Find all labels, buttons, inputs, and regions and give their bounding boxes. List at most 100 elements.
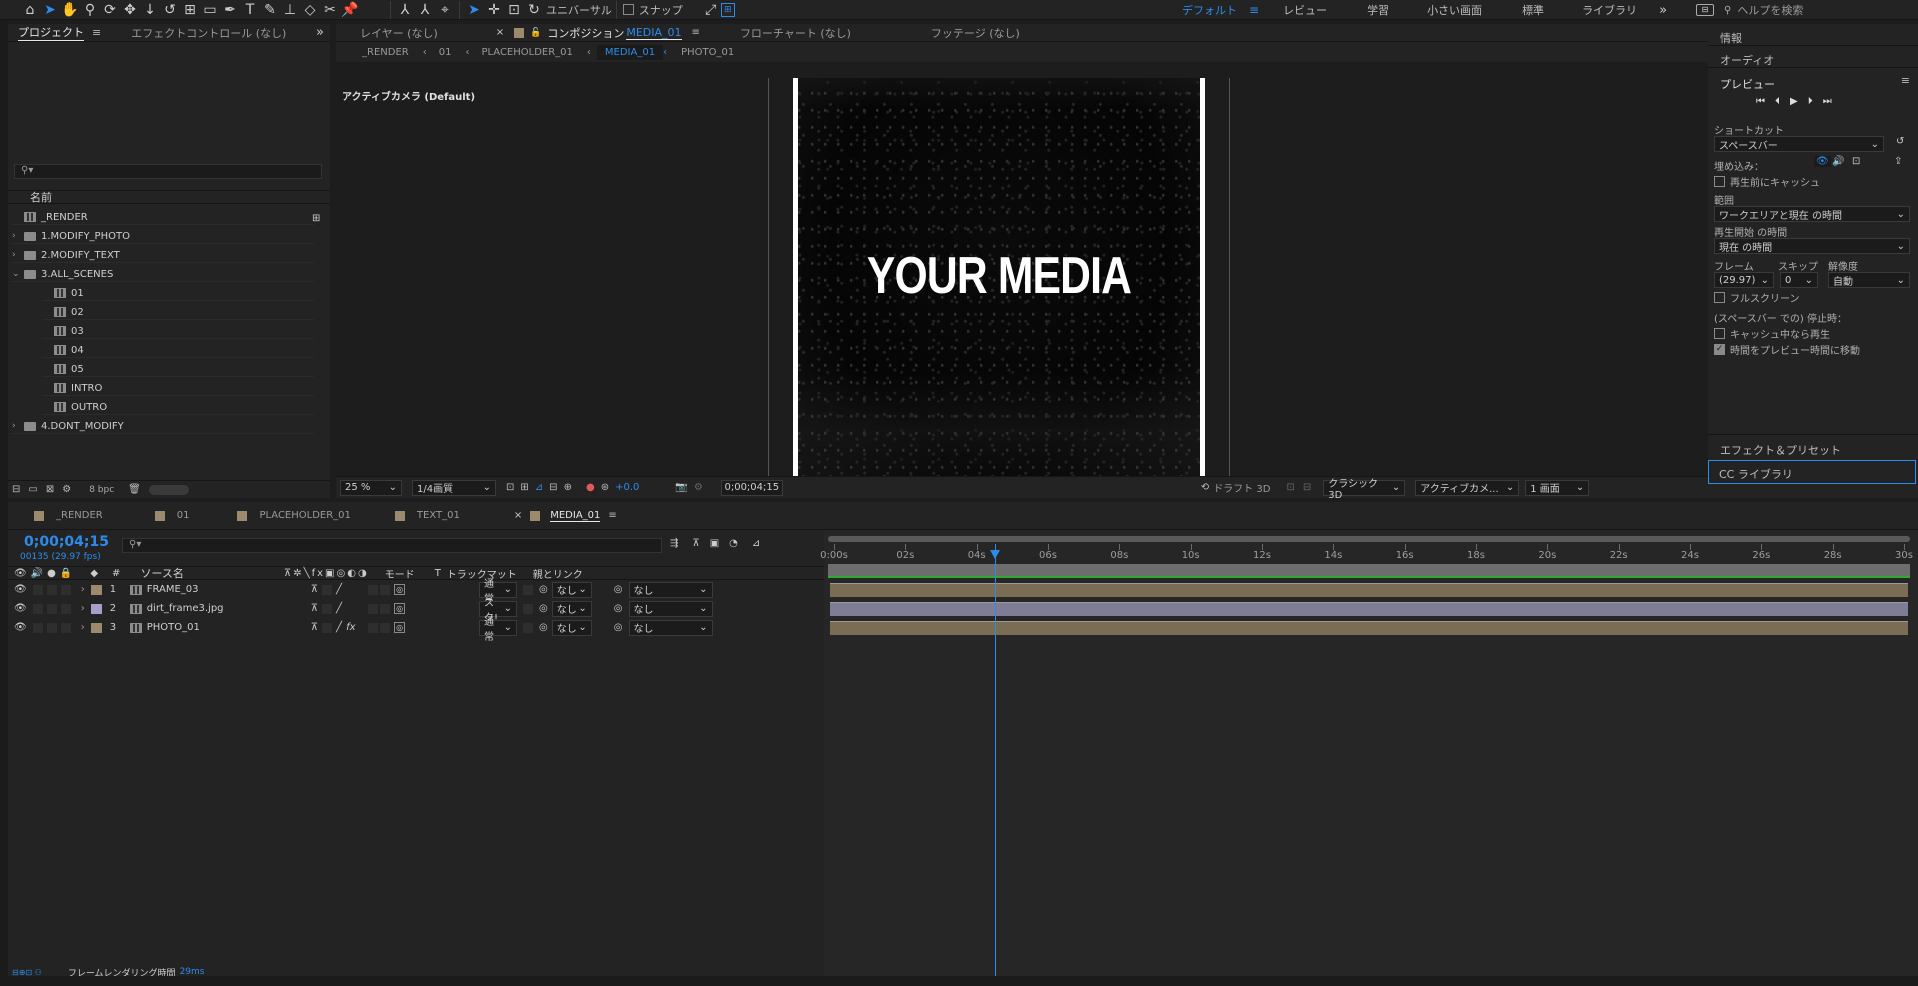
new-folder-icon[interactable]: ▭ [28,484,37,495]
parent-pickwhip-icon[interactable]: ◎ [614,603,623,614]
project-tree-item[interactable]: › 2.MODIFY_TEXT [12,248,314,263]
layer-row[interactable]: 👁 › 3 PHOTO_01 ⊼ ╱ fx ◎ 通常 ⌄ ◎ なし ⌄ ◎ なし ⌄ [8,617,824,643]
chevron-right-icon[interactable]: › [12,250,24,260]
more-workspaces-icon[interactable]: » [1659,3,1667,18]
preserve-transparency-switch[interactable] [523,603,534,614]
orbit-tool-icon[interactable]: ⟳ [100,0,120,20]
last-frame-icon[interactable]: ⏭ [1823,96,1832,107]
comp-canvas[interactable]: YOUR MEDIA [768,78,1230,494]
camera-select-icon[interactable]: ➤ [464,0,484,20]
transparency-grid-icon[interactable]: ⊞ [520,482,528,493]
views-select[interactable]: 1 画面 ⌄ [1525,479,1590,496]
audio-switch[interactable] [32,584,43,595]
playhead-handle[interactable] [989,550,1000,559]
adjustment-switch[interactable] [380,603,391,614]
workspace-default[interactable]: デフォルト [1170,2,1249,18]
color-management-icon[interactable]: ⊛ [601,482,609,493]
chevron-down-icon[interactable]: ⌄ [12,269,24,279]
info-panel[interactable]: 情報 [1708,24,1918,46]
3d-ground-plane-icon[interactable]: ⊡ [1286,482,1294,493]
3d-switch-icon[interactable]: ◎ [394,603,406,614]
camera-select[interactable]: アクティブカメ... ⌄ [1415,479,1520,496]
breadcrumb-placeholder[interactable]: PLACEHOLDER_01 [481,47,572,58]
audio-panel[interactable]: オーディオ [1708,46,1918,68]
mask-path-icon[interactable]: ⊿ [535,482,543,493]
shortcut-select[interactable]: スペースバー ⌄ [1714,136,1884,152]
pen-tool-icon[interactable]: ✒ [220,0,240,20]
trackmatte-pickwhip-icon[interactable]: ◎ [539,584,548,595]
tab-effect-controls[interactable]: エフェクトコントロール (なし) [131,25,286,41]
panel-menu-icon[interactable]: ≡ [608,510,616,521]
tab-project[interactable]: プロジェクト [18,24,84,41]
panel-menu-icon[interactable]: ≡ [92,26,101,39]
workspace-small-screen[interactable]: 小さい画面 [1415,2,1510,18]
adjust-icon[interactable]: ⚙ [62,484,71,495]
shy-switch-icon[interactable]: ⊼ [311,603,318,614]
eye-icon[interactable]: 👁 [14,603,27,614]
panel-menu-icon[interactable]: ≡ [692,27,700,38]
breadcrumb-render[interactable]: _RENDER [362,47,409,58]
selection-tool-icon[interactable]: ➤ [40,0,60,20]
tab-footage[interactable]: フッテージ (なし) [931,25,1020,41]
breadcrumb-media[interactable]: MEDIA_01 [596,44,664,60]
snap-checkbox[interactable] [622,4,634,15]
lock-icon[interactable]: 🔓 [530,28,541,38]
source-name-header[interactable]: ソース名 [140,565,183,581]
zoom-select[interactable]: 25 % ⌄ [340,479,402,496]
hand-tool-icon[interactable]: ✋ [60,0,80,20]
cc-libraries-panel[interactable]: CC ライブラリ [1708,460,1916,484]
parent-pickwhip-icon[interactable]: ◎ [614,622,623,633]
layer-duration-bar[interactable] [830,583,1908,597]
fullscreen-checkbox[interactable] [1714,292,1725,303]
camera-move-icon[interactable]: ✛ [484,0,504,20]
adjustment-switch[interactable] [380,584,391,595]
label-color-swatch[interactable] [90,622,102,633]
camera-track-icon[interactable]: ⊡ [504,0,524,20]
parent-select[interactable]: なし ⌄ [628,619,713,636]
start-select[interactable]: 現在 の時間 ⌄ [1714,238,1910,254]
first-frame-icon[interactable]: ⏮ [1756,96,1765,107]
layer-duration-bar[interactable] [830,621,1908,635]
work-area-track[interactable] [828,564,1910,578]
eraser-tool-icon[interactable]: ◇ [300,0,320,20]
motion-blur-switch[interactable] [368,622,379,633]
expand-icon[interactable]: » [316,25,324,40]
lock-switch[interactable] [60,603,71,614]
eye-icon[interactable]: 👁 [14,622,27,633]
chevron-right-icon[interactable]: › [12,231,24,241]
new-comp-icon[interactable]: ⊠ [46,484,54,495]
pan-tool-icon[interactable]: ✥ [120,0,140,20]
layer-row[interactable]: 👁 › 1 FRAME_03 ⊼ ╱ ◎ 通常 ⌄ ◎ なし ⌄ ◎ なし ⌄ [8,579,824,605]
thumbnail-slider[interactable] [148,484,189,495]
brush-tool-icon[interactable]: ✎ [260,0,280,20]
project-tree-item[interactable]: 01 [42,286,314,301]
project-tree-item[interactable]: _RENDER [12,210,314,225]
renderer-select[interactable]: クラシック3D ⌄ [1323,479,1406,501]
composition-mini-flowchart-icon[interactable]: ⇶ [670,538,678,549]
help-search-input[interactable]: ヘルプを検索 [1737,2,1803,18]
workspace-standard[interactable]: 標準 [1510,2,1570,18]
tab-timeline-render[interactable]: _RENDER [56,510,103,521]
graph-editor-icon[interactable]: ⊿ [752,538,760,549]
trackmatte-select[interactable]: なし ⌄ [551,600,592,617]
mode-select[interactable]: 通常 ⌄ [479,617,518,643]
menu-icon[interactable]: ≡ [1249,3,1259,17]
workspace-review[interactable]: レビュー [1271,2,1355,18]
axis-view-icon[interactable]: ⌖ [435,0,455,20]
timeline-search[interactable]: ⚲▾ [122,538,662,553]
panel-menu-icon[interactable]: ≡ [1901,74,1910,87]
cache-play-checkbox[interactable] [1714,328,1725,339]
label-color-swatch[interactable] [90,584,102,595]
project-tree-item[interactable]: › 4.DONT_MODIFY [12,419,314,434]
stamp-tool-icon[interactable]: ⊥ [280,0,300,20]
tab-timeline-text[interactable]: TEXT_01 [417,510,460,521]
reset-icon[interactable]: ↺ [1896,136,1904,147]
snapshot-icon[interactable]: 📷 [675,482,687,493]
chevron-right-icon[interactable]: › [81,603,85,614]
tab-layer[interactable]: レイヤー (なし) [360,25,438,41]
trackmatte-select[interactable]: なし ⌄ [551,581,592,598]
range-select[interactable]: ワークエリアと現在 の時間 ⌄ [1714,206,1910,222]
zoom-tool-icon[interactable]: ⚲ [80,0,100,20]
draft3d-icon[interactable]: ⊼ [692,538,699,549]
export-icon[interactable]: ⇪ [1894,156,1902,167]
